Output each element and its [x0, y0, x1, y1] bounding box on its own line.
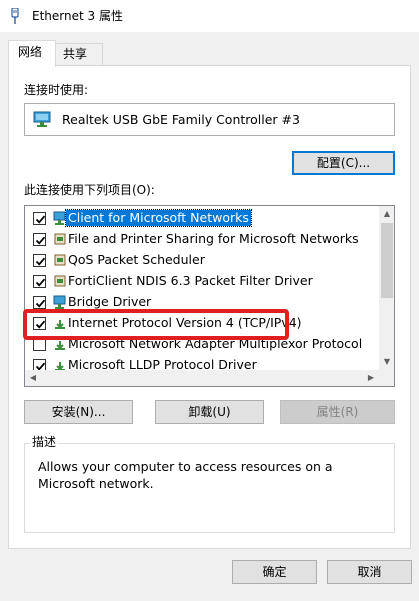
checkbox[interactable]: [33, 212, 46, 225]
uninstall-button[interactable]: 卸载(U): [155, 400, 264, 424]
list-item-label: Microsoft Network Adapter Multiplexor Pr…: [68, 336, 363, 351]
list-item[interactable]: Bridge Driver: [25, 292, 379, 313]
list-item[interactable]: Microsoft Network Adapter Multiplexor Pr…: [25, 334, 379, 355]
install-button[interactable]: 安装(N)...: [24, 400, 133, 424]
checkbox[interactable]: [33, 338, 46, 351]
configure-button[interactable]: 配置(C)...: [292, 151, 395, 175]
checkbox[interactable]: [33, 275, 46, 288]
network-adapter-icon: [33, 111, 51, 127]
list-item-label: FortiClient NDIS 6.3 Packet Filter Drive…: [68, 273, 313, 288]
tab-network[interactable]: 网络: [8, 40, 56, 67]
list-item-label: Client for Microsoft Networks: [65, 209, 252, 227]
vertical-scroll-thumb[interactable]: [381, 223, 393, 298]
list-item-label: Internet Protocol Version 4 (TCP/IPv4): [68, 315, 302, 330]
connect-using-label: 连接时使用:: [24, 83, 89, 97]
checkbox[interactable]: [33, 254, 46, 267]
cancel-button[interactable]: 取消: [327, 560, 412, 584]
scroll-right-arrow-icon[interactable]: ▶: [363, 370, 379, 386]
list-item[interactable]: File and Printer Sharing for Microsoft N…: [25, 229, 379, 250]
description-text: Allows your computer to access resources…: [38, 459, 333, 491]
list-item-label: QoS Packet Scheduler: [68, 252, 205, 267]
list-item-label: Bridge Driver: [68, 294, 152, 309]
tab-sharing[interactable]: 共享: [55, 43, 103, 66]
list-item[interactable]: Internet Protocol Version 4 (TCP/IPv4): [25, 313, 379, 334]
checkbox[interactable]: [33, 317, 46, 330]
list-item[interactable]: FortiClient NDIS 6.3 Packet Filter Drive…: [25, 271, 379, 292]
list-item[interactable]: Client for Microsoft Networks: [25, 208, 379, 229]
description-title: 描述: [30, 434, 59, 450]
components-label: 此连接使用下列项目(O):: [24, 183, 155, 197]
list-item-label: File and Printer Sharing for Microsoft N…: [68, 231, 359, 246]
horizontal-scrollbar[interactable]: ◀ ▶: [25, 370, 379, 386]
scroll-down-arrow-icon[interactable]: ▼: [379, 354, 394, 370]
checkbox[interactable]: [33, 233, 46, 246]
properties-button[interactable]: 属性(R): [280, 400, 395, 424]
adapter-field: Realtek USB GbE Family Controller #3: [24, 103, 395, 136]
checkbox[interactable]: [33, 296, 46, 309]
scroll-left-arrow-icon[interactable]: ◀: [25, 370, 41, 386]
ok-button[interactable]: 确定: [232, 560, 317, 584]
scroll-up-arrow-icon[interactable]: ▲: [379, 206, 394, 222]
title-bar: Ethernet 3 属性: [0, 0, 419, 32]
scroll-corner: [379, 370, 394, 386]
vertical-scrollbar[interactable]: ▲ ▼: [379, 206, 394, 370]
ethernet-plug-icon: [11, 8, 19, 24]
adapter-name: Realtek USB GbE Family Controller #3: [62, 112, 300, 127]
components-list[interactable]: Client for Microsoft Networks File and P…: [24, 205, 395, 387]
list-item[interactable]: QoS Packet Scheduler: [25, 250, 379, 271]
window-title: Ethernet 3 属性: [32, 9, 123, 23]
